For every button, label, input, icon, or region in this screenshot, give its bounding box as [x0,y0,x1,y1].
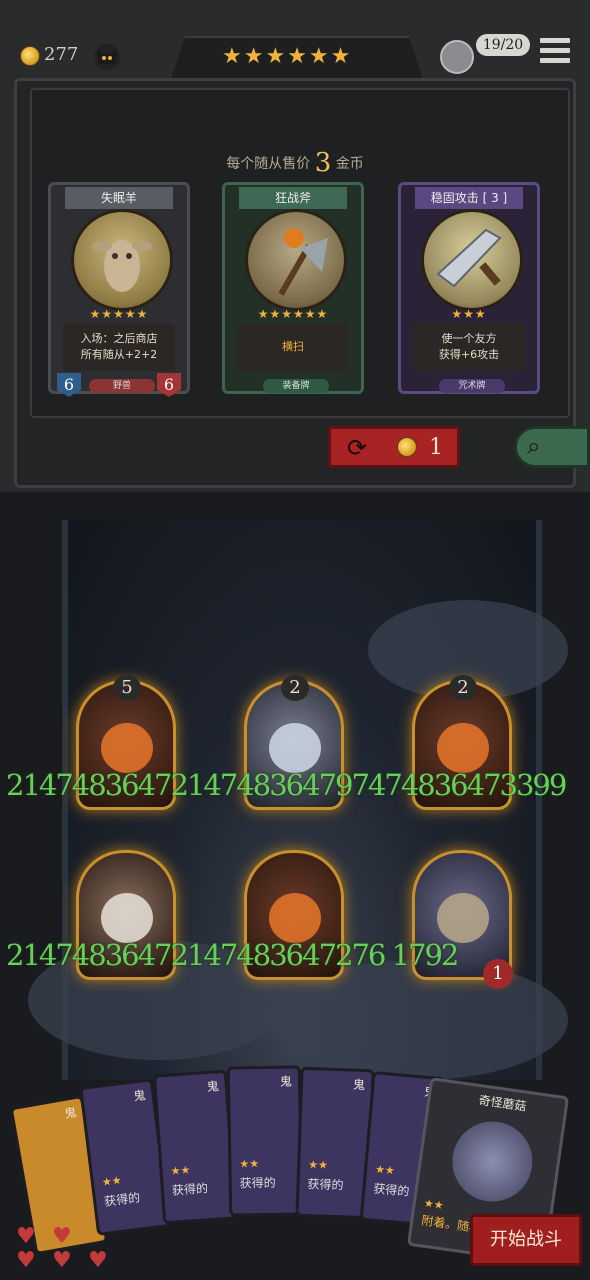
refresh-shop-button[interactable]: ⟳ 1 [328,426,460,468]
top-bar: 277 ★★★★★★ 19/20 [0,0,590,82]
desc-line-1: 使一个友方 [441,332,497,345]
start-battle-button[interactable]: 开始战斗 [470,1214,582,1266]
hand-card-stars: ★★ [423,1196,445,1213]
hand-card-title: 鬼 [63,1105,78,1122]
minion-tier: 2 [449,675,477,701]
black-cat-icon[interactable] [94,44,120,70]
card-title: 稳固攻击 [ 3 ] [415,187,523,209]
hand-card-desc: 获得的 [171,1181,209,1198]
gold-count: 277 [44,44,79,65]
attack-value: 6 [57,373,81,397]
hand-card-desc: 获得的 [239,1175,276,1191]
level-stars: ★★★★★★ [222,44,353,69]
tree-monster-icon [101,723,153,773]
desc-line-2: 所有随从+2+2 [80,348,158,361]
hand-card-title: 鬼 [132,1088,147,1104]
turn-counter: 19/20 [476,34,530,56]
life-heart-icon: ♥ [16,1248,36,1273]
search-button[interactable]: ⌕ [514,426,590,468]
refresh-icon: ⟳ [347,434,368,462]
hand-card-title: 奇怪蘑菇 [477,1093,528,1114]
price-prefix: 每个随从售价 [226,156,311,172]
axe-icon [245,209,347,311]
card-description: 入场：之后商店 所有随从+2+2 [63,323,175,371]
price-value: 3 [314,148,332,178]
gold-coin-icon [20,46,40,66]
row1-stats: 2147483647214748364797474836473399 [6,768,567,802]
life-heart-icon: ♥ [52,1248,72,1273]
hand-card-title: 鬼 [352,1077,366,1093]
hand-card-stars: ★★ [170,1163,191,1178]
card-title: 狂战斧 [239,187,347,209]
sword-icon [421,209,523,311]
card-description: 使一个友方 获得+6攻击 [413,323,525,371]
life-heart-icon: ♥ [88,1248,108,1273]
health-value: 6 [157,373,181,397]
skeleton-king-icon [437,893,489,943]
hand-card-stars: ★★ [374,1162,396,1178]
card-tag: 装备牌 [263,379,329,393]
hand-card-desc: 获得的 [103,1190,141,1209]
life-heart-icon: ♥ [16,1224,36,1249]
tree-monster-icon [269,893,321,943]
player-avatar[interactable] [440,40,474,74]
shop-card-sleepless-sheep[interactable]: 失眠羊 ★★★★★ 入场：之后商店 所有随从+2+2 野兽 6 6 [48,182,190,397]
card-stars: ★★★★★★ [257,307,329,321]
price-line: 每个随从售价 3 金币 [0,148,590,178]
tree-monster-icon [437,723,489,773]
card-stars: ★★★★★ [89,307,149,321]
hand-card-stars: ★★ [239,1157,260,1171]
shop-card-steady-attack[interactable]: 稳固攻击 [ 3 ] ★★★ 使一个友方 获得+6攻击 咒术牌 [398,182,540,394]
menu-icon[interactable] [540,38,570,64]
price-suffix: 金币 [335,156,364,172]
desc-line-1: 入场：之后商店 [80,332,158,345]
shop-panel: 277 ★★★★★★ 19/20 每个随从售价 3 金币 失眠羊 ★★★★★ 入… [0,0,590,492]
health-value: 1 [483,959,513,989]
hand-card-title: 鬼 [206,1079,220,1095]
mushroom-beast-icon [447,1116,538,1207]
card-tag: 咒术牌 [439,379,505,393]
goat-icon [71,209,173,311]
card-tag: 野兽 [89,379,155,393]
hand-card-desc: 获得的 [307,1177,344,1193]
ghost-orb-icon [269,723,321,773]
hand-card[interactable]: 鬼 ★★ 获得的 [226,1065,304,1217]
desc-line-2: 获得+6攻击 [438,348,500,361]
hand-card-stars: ★★ [101,1173,123,1189]
card-description: 横扫 [237,323,349,371]
row2-stats: 21474836472147483647276 1792 [6,938,459,972]
search-icon: ⌕ [527,432,541,460]
minion-tier: 2 [281,675,309,701]
masked-rabbit-icon [101,893,153,943]
gold-coin-icon [397,437,417,457]
shop-card-berserker-axe[interactable]: 狂战斧 ★★★★★★ 横扫 装备牌 [222,182,364,394]
refresh-cost: 1 [429,435,443,460]
minion-tier: 5 [113,675,141,701]
hand-card-title: 鬼 [279,1074,293,1089]
card-stars: ★★★ [451,307,487,321]
hand-card[interactable]: 鬼 ★★ 获得的 [152,1069,238,1225]
card-title: 失眠羊 [65,187,173,209]
hand-card-stars: ★★ [308,1158,329,1172]
life-heart-icon: ♥ [52,1224,72,1249]
desc-line-1: 横扫 [282,340,304,353]
